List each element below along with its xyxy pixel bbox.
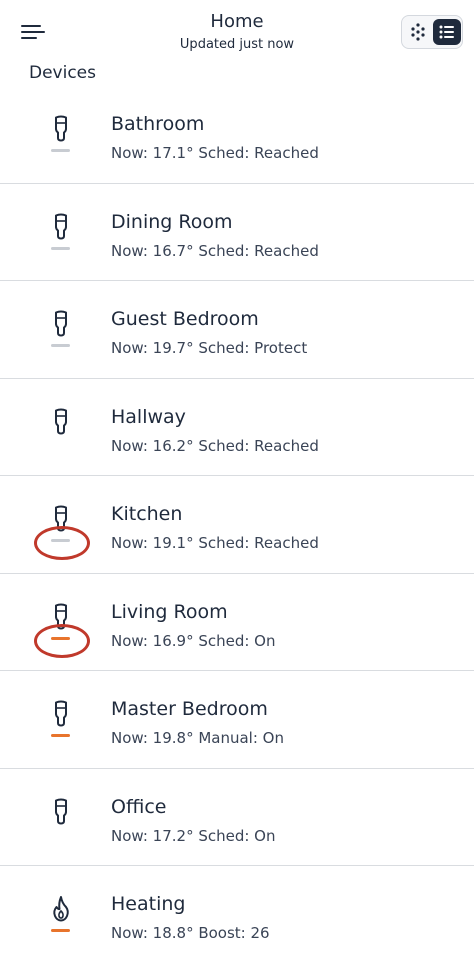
device-status: Now: 16.9° Sched: On [111, 631, 276, 650]
title-block: Home Updated just now [120, 10, 354, 54]
device-name: Office [111, 795, 167, 818]
device-name: Guest Bedroom [111, 308, 259, 330]
device-list: Bathroom Now: 17.1° Sched: Reached Dining … [0, 86, 474, 964]
status-indicator-bar [51, 734, 70, 737]
status-indicator-bar [51, 636, 70, 640]
thermostat-icon [48, 212, 74, 242]
status-indicator-bar [51, 344, 70, 347]
status-indicator-bar [51, 246, 70, 250]
device-row-office[interactable]: Office Now: 17.2° Sched: On [0, 769, 474, 866]
device-name: Kitchen [111, 503, 183, 525]
status-indicator-bar [51, 929, 70, 932]
app-root: Home Updated just now Devices Bathroom N… [0, 0, 474, 965]
status-indicator-bar [51, 149, 70, 152]
device-row-guest-bedroom[interactable]: Guest Bedroom Now: 19.7° Sched: Protect [0, 281, 474, 379]
update-status: Updated just now [179, 37, 295, 52]
device-status: Now: 17.1° Sched: Reached [111, 144, 319, 162]
device-row-bathroom[interactable]: Bathroom Now: 17.1° Sched: Reached [0, 86, 474, 184]
device-name: Heating [111, 893, 186, 915]
device-name: Hallway [111, 405, 186, 428]
device-status: Now: 16.2° Sched: Reached [111, 436, 319, 455]
device-status: Now: 16.7° Sched: Reached [111, 241, 319, 260]
list-icon [439, 25, 454, 39]
thermostat-icon [48, 407, 74, 437]
hamburger-menu-icon[interactable] [18, 20, 48, 44]
section-label-devices: Devices [29, 63, 96, 83]
device-status: Now: 18.8° Boost: 26 [111, 924, 270, 942]
device-row-living-room[interactable]: Living Room Now: 16.9° Sched: On [0, 574, 474, 671]
device-status: Now: 19.1° Sched: Reached [111, 534, 319, 552]
thermostat-icon [48, 699, 74, 729]
device-status: Now: 17.2° Sched: On [111, 826, 276, 845]
device-name: Bathroom [111, 113, 205, 135]
thermostat-icon [48, 309, 74, 339]
device-row-kitchen[interactable]: Kitchen Now: 19.1° Sched: Reached [0, 476, 474, 574]
grid-view-button[interactable] [405, 19, 431, 45]
device-status: Now: 19.7° Sched: Protect [111, 339, 308, 357]
device-name: Dining Room [111, 210, 233, 233]
view-toggle [401, 15, 463, 49]
device-row-master-bedroom[interactable]: Master Bedroom Now: 19.8° Manual: On [0, 671, 474, 769]
status-indicator-bar [51, 539, 70, 542]
top-bar: Home Updated just now [0, 0, 474, 64]
thermostat-icon [48, 797, 74, 827]
device-name: Master Bedroom [111, 698, 268, 720]
device-name: Living Room [111, 600, 228, 623]
page-title: Home [210, 11, 264, 32]
thermostat-icon [48, 504, 74, 534]
device-row-heating[interactable]: Heating Now: 18.8° Boost: 26 [0, 866, 474, 964]
device-status: Now: 19.8° Manual: On [111, 729, 284, 747]
list-view-button[interactable] [433, 19, 461, 45]
device-row-hallway[interactable]: Hallway Now: 16.2° Sched: Reached [0, 379, 474, 476]
thermostat-icon [48, 602, 74, 632]
thermostat-icon [48, 114, 74, 144]
device-row-dining-room[interactable]: Dining Room Now: 16.7° Sched: Reached [0, 184, 474, 281]
grid-dots-icon [411, 23, 425, 41]
flame-icon [48, 894, 74, 924]
